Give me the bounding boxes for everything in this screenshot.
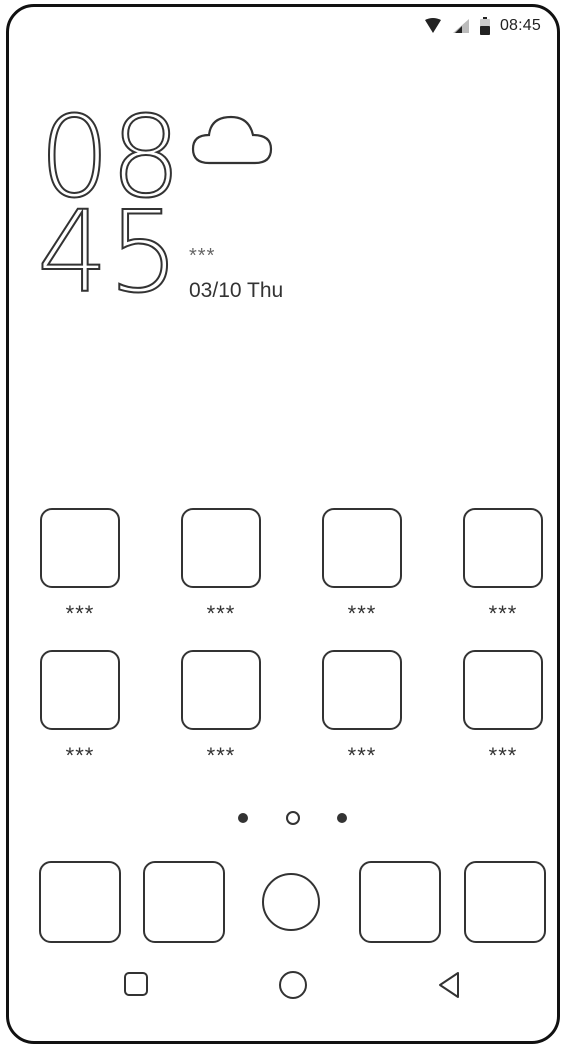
weather-temperature: *** (189, 245, 216, 267)
app-label: *** (65, 601, 95, 626)
app-icon[interactable] (463, 508, 543, 588)
battery-icon (479, 17, 490, 35)
clock-minutes[interactable]: 45 (36, 196, 181, 310)
cloud-icon[interactable] (189, 111, 275, 176)
app-icon[interactable] (322, 508, 402, 588)
dock-app-icon[interactable] (143, 861, 225, 943)
back-triangle-icon[interactable] (436, 970, 462, 1005)
app-label: *** (488, 743, 518, 768)
app-icon[interactable] (181, 650, 261, 730)
app-icon[interactable] (40, 508, 120, 588)
status-bar: 08:45 (424, 17, 541, 35)
app-icon[interactable] (322, 650, 402, 730)
page-indicator-dot[interactable] (238, 813, 248, 823)
app-label: *** (65, 743, 95, 768)
app-icon[interactable] (40, 650, 120, 730)
app-label: *** (488, 601, 518, 626)
wifi-icon (424, 18, 442, 34)
cellular-signal-icon (452, 18, 470, 34)
dock-app-icon[interactable] (39, 861, 121, 943)
app-label: *** (206, 601, 236, 626)
app-label: *** (206, 743, 236, 768)
dock-app-icon[interactable] (359, 861, 441, 943)
status-time: 08:45 (499, 17, 541, 34)
app-icon[interactable] (181, 508, 261, 588)
app-label: *** (347, 743, 377, 768)
phone-frame: 08:45 08 45 *** 03/10 Thu *** *** *** **… (6, 4, 560, 1044)
page-indicator-dot-current[interactable] (286, 811, 300, 825)
app-icon[interactable] (463, 650, 543, 730)
app-label: *** (347, 601, 377, 626)
app-drawer-circle-icon[interactable] (262, 873, 320, 931)
home-circle-icon[interactable] (278, 970, 308, 1005)
date-text: 03/10 Thu (189, 279, 284, 302)
recents-square-icon[interactable] (123, 971, 149, 1002)
page-indicator-dot[interactable] (337, 813, 347, 823)
dock-app-icon[interactable] (464, 861, 546, 943)
